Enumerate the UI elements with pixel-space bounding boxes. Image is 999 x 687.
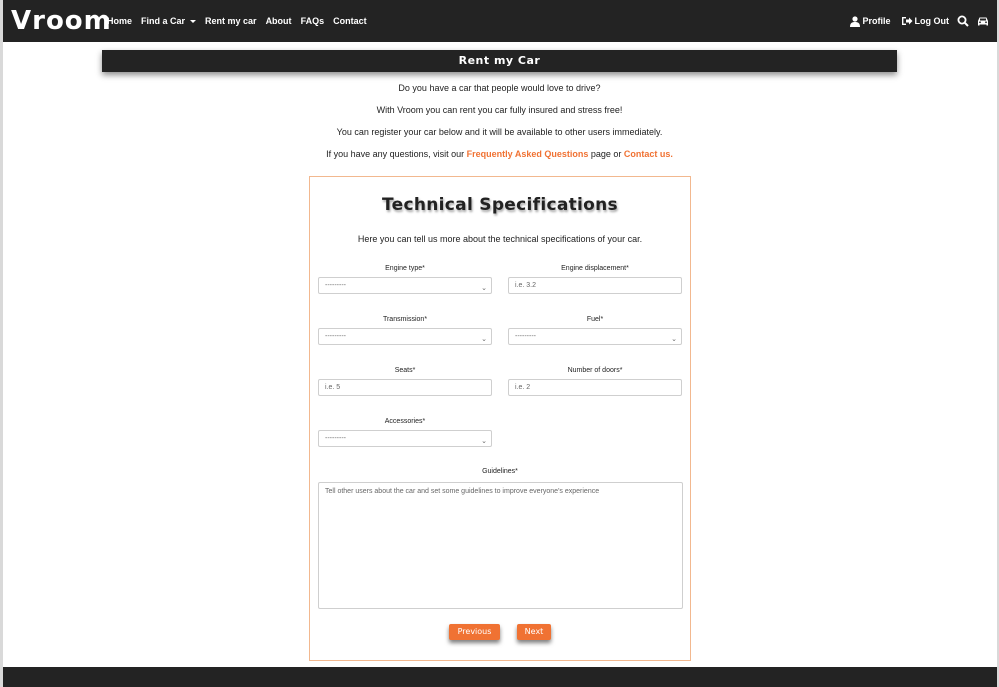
engine-displacement-label: Engine displacement* [561, 265, 629, 272]
guidelines-label: Guidelines* [482, 468, 518, 475]
nav-rent-my-car[interactable]: Rent my car [205, 16, 257, 26]
next-button[interactable]: Next [517, 624, 551, 640]
fuel-label: Fuel* [586, 316, 604, 323]
accessories-field: Accessories* --------- ⌄ [318, 417, 492, 447]
transmission-field: Transmission* --------- ⌄ [318, 315, 492, 345]
engine-type-select[interactable]: --------- ⌄ [318, 277, 492, 294]
engine-displacement-input[interactable]: i.e. 3.2 [508, 277, 682, 294]
seats-placeholder: i.e. 5 [325, 384, 341, 391]
intro-text: Do you have a car that people would love… [0, 82, 999, 170]
nav-right: Profile Log Out [840, 0, 989, 42]
accessories-value: --------- [325, 435, 346, 442]
tech-spec-form: Technical Specifications Here you can te… [309, 176, 691, 661]
previous-button[interactable]: Previous [449, 624, 500, 640]
nav-find-a-car[interactable]: Find a Car [141, 16, 197, 26]
fuel-field: Fuel* --------- ⌄ [508, 315, 682, 345]
engine-type-value: --------- [325, 282, 346, 289]
sign-out-icon [901, 17, 912, 25]
intro-line-3: You can register your car below and it w… [336, 127, 663, 137]
nav-home[interactable]: Home [107, 16, 132, 26]
user-icon [850, 15, 861, 27]
navbar: Vroom Home Find a Car Rent my car About … [3, 0, 997, 42]
page-title: Rent my Car [102, 50, 897, 72]
profile-label: Profile [862, 16, 891, 26]
car-button[interactable] [977, 16, 989, 27]
doors-input[interactable]: i.e. 2 [508, 379, 682, 396]
intro-line-2: With Vroom you can rent you car fully in… [376, 105, 623, 115]
transmission-value: --------- [325, 333, 346, 340]
nav-about[interactable]: About [266, 16, 292, 26]
seats-field: Seats* i.e. 5 [318, 366, 492, 396]
engine-type-label: Engine type* [385, 265, 425, 272]
form-title: Technical Specifications [382, 195, 618, 215]
intro-line-1: Do you have a car that people would love… [398, 83, 601, 93]
intro-line-4: If you have any questions, visit our Fre… [0, 148, 999, 170]
doors-field: Number of doors* i.e. 2 [508, 366, 682, 396]
transmission-label: Transmission* [382, 316, 428, 323]
accessories-select[interactable]: --------- ⌄ [318, 430, 492, 447]
nav-find-a-car-label: Find a Car [141, 16, 186, 26]
logout-label: Log Out [914, 16, 950, 26]
car-icon [978, 17, 988, 25]
engine-displacement-field: Engine displacement* i.e. 3.2 [508, 264, 682, 294]
doors-label: Number of doors* [567, 367, 623, 374]
engine-type-field: Engine type* --------- ⌄ [318, 264, 492, 294]
faq-link[interactable]: Frequently Asked Questions [467, 149, 589, 159]
transmission-select[interactable]: --------- ⌄ [318, 328, 492, 345]
caret-down-icon [190, 19, 197, 23]
nav-contact[interactable]: Contact [333, 16, 367, 26]
fuel-select[interactable]: --------- ⌄ [508, 328, 682, 345]
search-icon [957, 15, 969, 27]
search-button[interactable] [957, 15, 969, 27]
chevron-down-icon: ⌄ [481, 336, 487, 343]
accessories-label: Accessories* [384, 418, 426, 425]
nav-links: Home Find a Car Rent my car About FAQs C… [107, 0, 376, 42]
chevron-down-icon: ⌄ [671, 336, 677, 343]
seats-input[interactable]: i.e. 5 [318, 379, 492, 396]
profile-link[interactable]: Profile [850, 15, 891, 27]
chevron-down-icon: ⌄ [481, 438, 487, 445]
footer [3, 667, 997, 687]
seats-label: Seats* [394, 367, 416, 374]
chevron-down-icon: ⌄ [481, 285, 487, 292]
form-subtitle: Here you can tell us more about the tech… [357, 234, 643, 244]
logout-link[interactable]: Log Out [901, 16, 950, 26]
brand-logo[interactable]: Vroom [11, 6, 112, 36]
engine-displacement-placeholder: i.e. 3.2 [515, 282, 537, 289]
doors-placeholder: i.e. 2 [515, 384, 531, 391]
guidelines-textarea[interactable]: Tell other users about the car and set s… [318, 482, 683, 609]
intro-line-4-prefix: If you have any questions, visit our [326, 149, 467, 159]
intro-line-4-middle: page or [588, 149, 624, 159]
contact-link[interactable]: Contact us. [624, 149, 673, 159]
fuel-value: --------- [515, 333, 536, 340]
nav-faqs[interactable]: FAQs [301, 16, 325, 26]
guidelines-placeholder: Tell other users about the car and set s… [325, 488, 600, 495]
